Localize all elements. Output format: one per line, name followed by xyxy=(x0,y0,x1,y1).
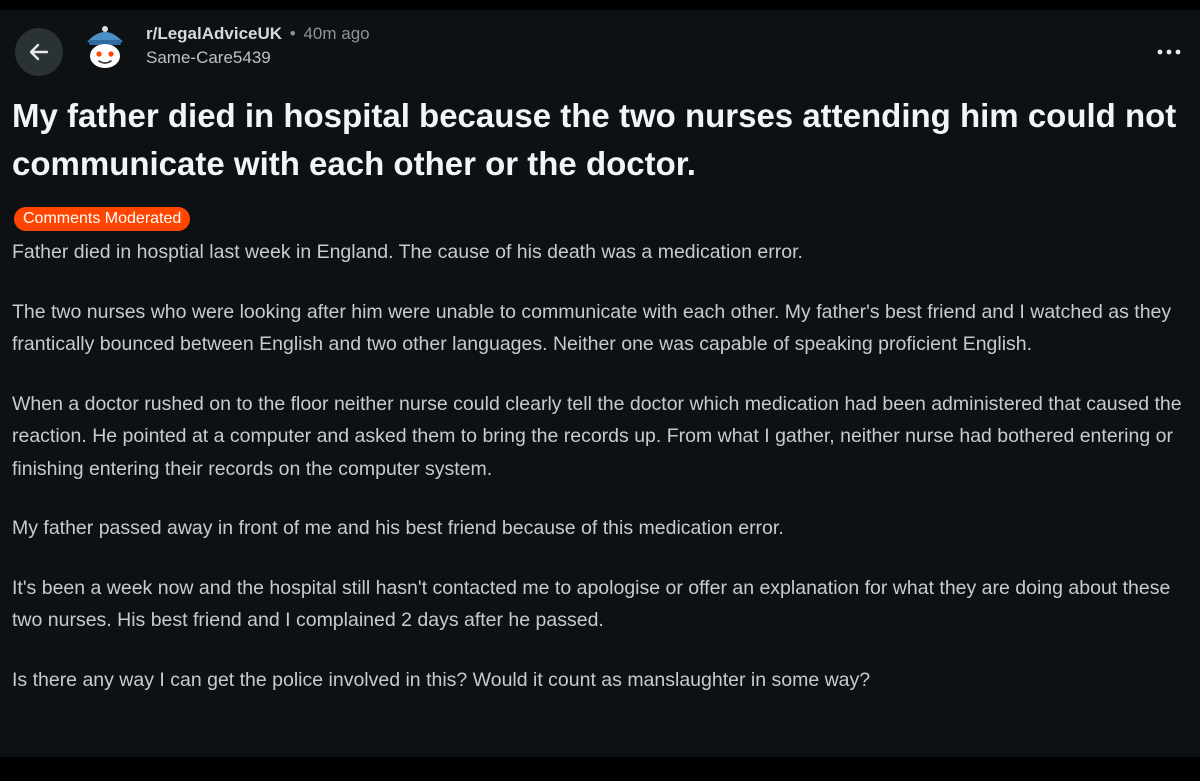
flair-badge: Comments Moderated xyxy=(14,207,191,231)
post-paragraph: It's been a week now and the hospital st… xyxy=(12,576,1171,632)
arrow-left-icon xyxy=(29,43,49,61)
back-button[interactable] xyxy=(15,28,63,76)
post-meta: r/LegalAdviceUK • 40m ago Same-Care5439 xyxy=(146,22,370,70)
more-horizontal-icon xyxy=(1157,49,1181,55)
post-time: 40m ago xyxy=(303,24,370,43)
post-paragraph: My father passed away in front of me and… xyxy=(12,517,784,539)
subreddit-link[interactable]: r/LegalAdviceUK xyxy=(146,24,282,43)
post-paragraph: When a doctor rushed on to the floor nei… xyxy=(12,392,1182,480)
subreddit-avatar[interactable] xyxy=(78,20,132,74)
post-title: My father died in hospital because the t… xyxy=(12,97,1177,182)
post-paragraph: Father died in hosptial last week in Eng… xyxy=(12,241,803,263)
post-paragraph: Is there any way I can get the police in… xyxy=(12,668,871,691)
post-view: r/LegalAdviceUK • 40m ago Same-Care5439 … xyxy=(0,10,1200,757)
more-options-button[interactable] xyxy=(1152,40,1186,64)
meta-separator: • xyxy=(289,24,296,43)
author-link[interactable]: Same-Care5439 xyxy=(146,46,370,70)
post-body: Father died in hosptial last week in Eng… xyxy=(12,236,1188,723)
post-paragraph: The two nurses who were looking after hi… xyxy=(12,300,1172,356)
snoo-avatar-icon xyxy=(79,21,131,73)
